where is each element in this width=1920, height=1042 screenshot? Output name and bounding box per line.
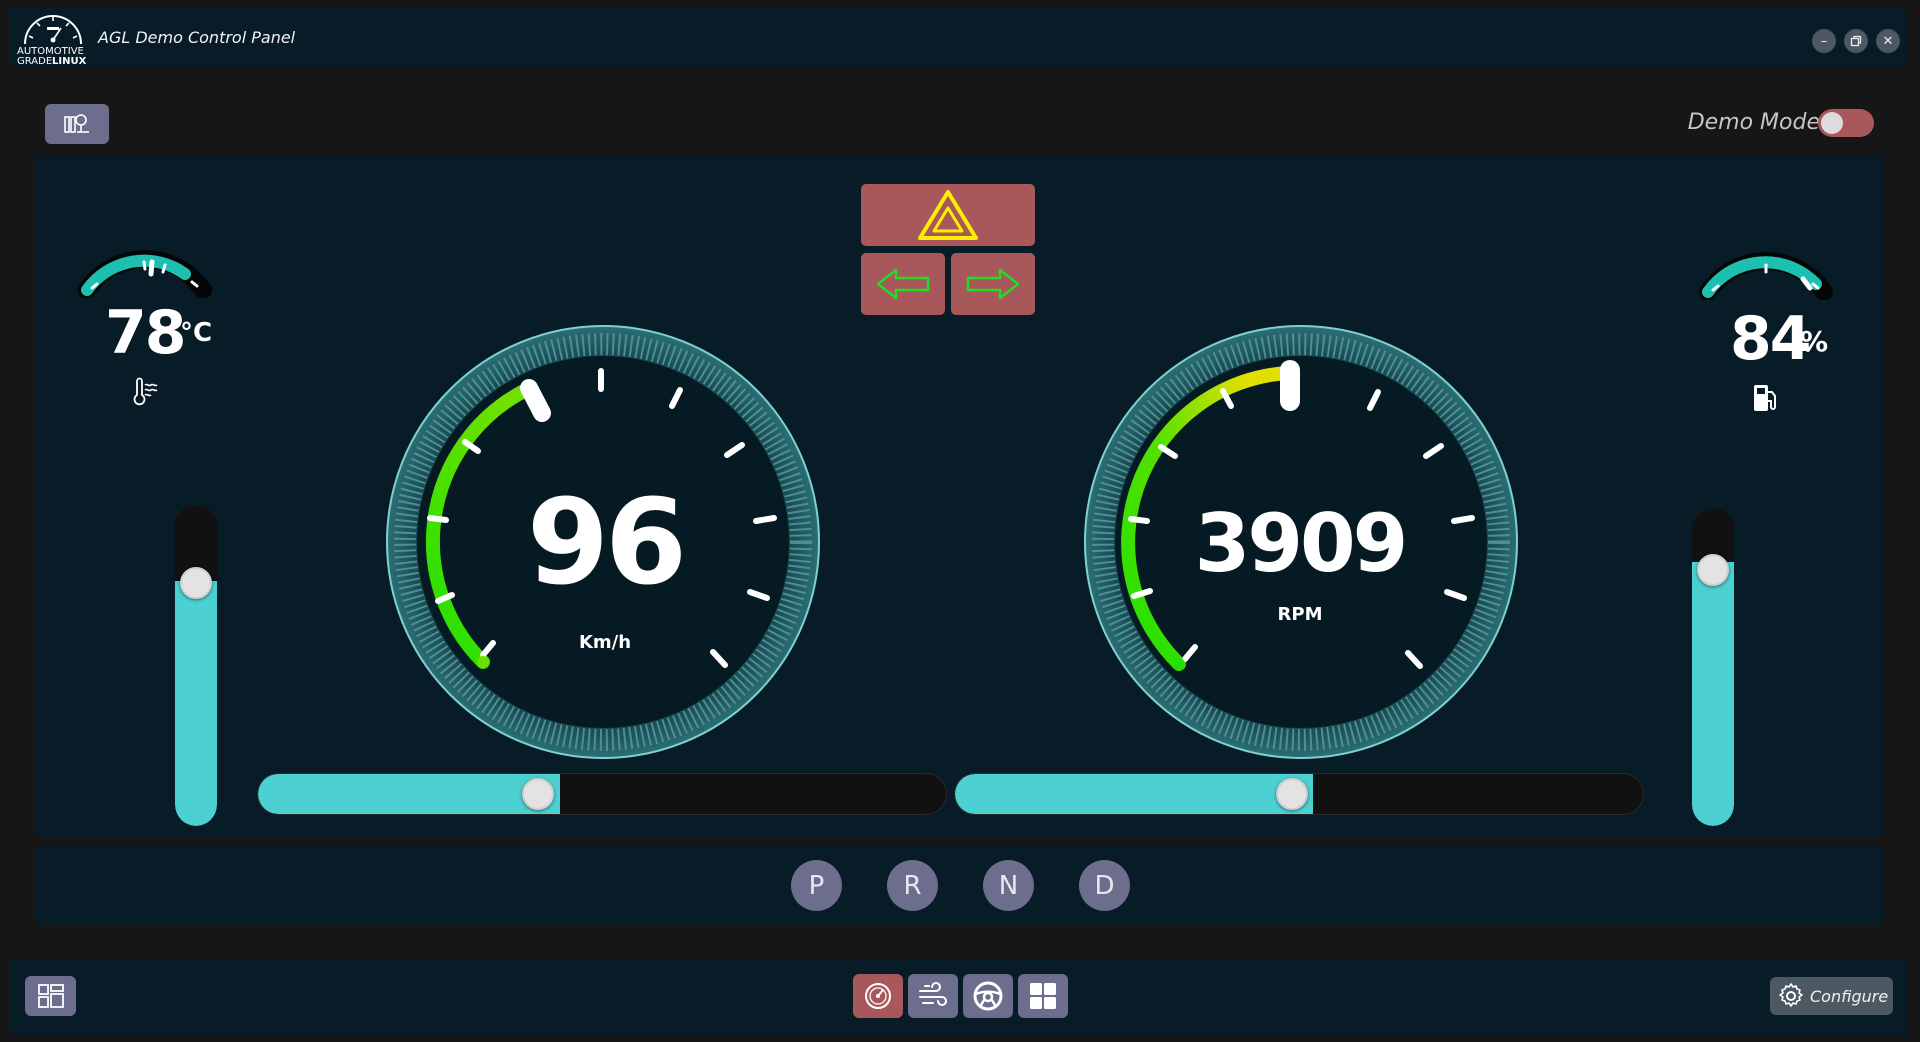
- arrow-left-icon: [876, 268, 930, 300]
- fuel-level-unit: %: [1800, 325, 1829, 358]
- speed-slider-fill: [258, 774, 560, 814]
- nav-apps-button[interactable]: [1018, 974, 1068, 1018]
- toggle-knob: [1821, 112, 1843, 134]
- minimize-icon: –: [1820, 33, 1828, 49]
- nav-hvac-button[interactable]: [908, 974, 958, 1018]
- configure-button[interactable]: Configure: [1770, 977, 1893, 1015]
- thermometer-icon: [133, 377, 158, 406]
- rpm-slider-thumb[interactable]: [1276, 778, 1308, 810]
- demo-mode-toggle[interactable]: [1818, 109, 1874, 137]
- arrow-right-icon: [966, 268, 1020, 300]
- agl-logo: AUTOMOTIVE GRADE LINUX: [17, 15, 87, 67]
- gear-p-button[interactable]: P: [791, 860, 842, 911]
- window-title: AGL Demo Control Panel: [98, 28, 296, 47]
- configure-label: Configure: [1810, 986, 1889, 1006]
- app-frame: AUTOMOTIVE GRADE LINUX AGL Demo Control …: [0, 0, 1920, 1042]
- restore-icon: [1850, 35, 1862, 47]
- fuel-slider[interactable]: [1692, 508, 1734, 826]
- bottom-bar: [10, 960, 1908, 1036]
- left-turn-button[interactable]: [861, 253, 945, 315]
- fan-wind-icon: [919, 982, 947, 1006]
- fuel-level-value: 84: [1730, 304, 1811, 374]
- hazard-triangle-icon: [918, 190, 978, 240]
- speed-value: 96: [526, 473, 687, 611]
- coolant-temp-unit: °C: [180, 318, 213, 348]
- demo-mode-label: Demo Mode: [1687, 110, 1820, 135]
- gauges-sensor-icon: [64, 114, 89, 133]
- coolant-slider[interactable]: [175, 505, 217, 826]
- svg-text:LINUX: LINUX: [52, 56, 87, 67]
- coolant-slider-fill: [175, 581, 217, 826]
- gear-selector-panel: [35, 846, 1883, 926]
- rpm-slider[interactable]: [954, 773, 1644, 815]
- restore-button[interactable]: [1844, 29, 1868, 53]
- speedometer-icon: [865, 983, 891, 1009]
- sensor-view-button[interactable]: [45, 104, 109, 144]
- svg-text:GRADE: GRADE: [17, 56, 52, 67]
- fuel-pump-icon: [1754, 385, 1776, 411]
- title-bar: AUTOMOTIVE GRADE LINUX AGL Demo Control …: [10, 8, 1908, 68]
- layout-grid-icon: [37, 984, 64, 1008]
- speed-unit: Km/h: [578, 632, 632, 653]
- coolant-slider-thumb[interactable]: [180, 567, 212, 599]
- right-turn-button[interactable]: [951, 253, 1035, 315]
- grid-icon: [1030, 983, 1056, 1009]
- speed-slider[interactable]: [257, 773, 947, 815]
- rpm-slider-fill: [955, 774, 1313, 814]
- rpm-value: 3909: [1194, 497, 1409, 590]
- gear-d-button[interactable]: D: [1079, 860, 1130, 911]
- hazard-button[interactable]: [861, 184, 1035, 246]
- fuel-slider-thumb[interactable]: [1697, 554, 1729, 586]
- layout-button[interactable]: [25, 976, 76, 1016]
- nav-steering-button[interactable]: [963, 974, 1013, 1018]
- coolant-temp-value: 78: [105, 298, 186, 368]
- close-button[interactable]: ✕: [1876, 29, 1900, 53]
- coolant-mini-gauge: [78, 250, 212, 298]
- fuel-slider-fill: [1692, 562, 1734, 826]
- close-icon: ✕: [1882, 33, 1894, 49]
- rpm-unit: RPM: [1277, 604, 1323, 625]
- gear-r-button[interactable]: R: [887, 860, 938, 911]
- steering-wheel-icon: [973, 981, 1003, 1011]
- minimize-button[interactable]: –: [1812, 29, 1836, 53]
- speed-slider-thumb[interactable]: [522, 778, 554, 810]
- nav-dashboard-button[interactable]: [853, 974, 903, 1018]
- gear-n-button[interactable]: N: [983, 860, 1034, 911]
- gear-icon: [1779, 983, 1803, 1007]
- fuel-mini-gauge: [1699, 252, 1833, 300]
